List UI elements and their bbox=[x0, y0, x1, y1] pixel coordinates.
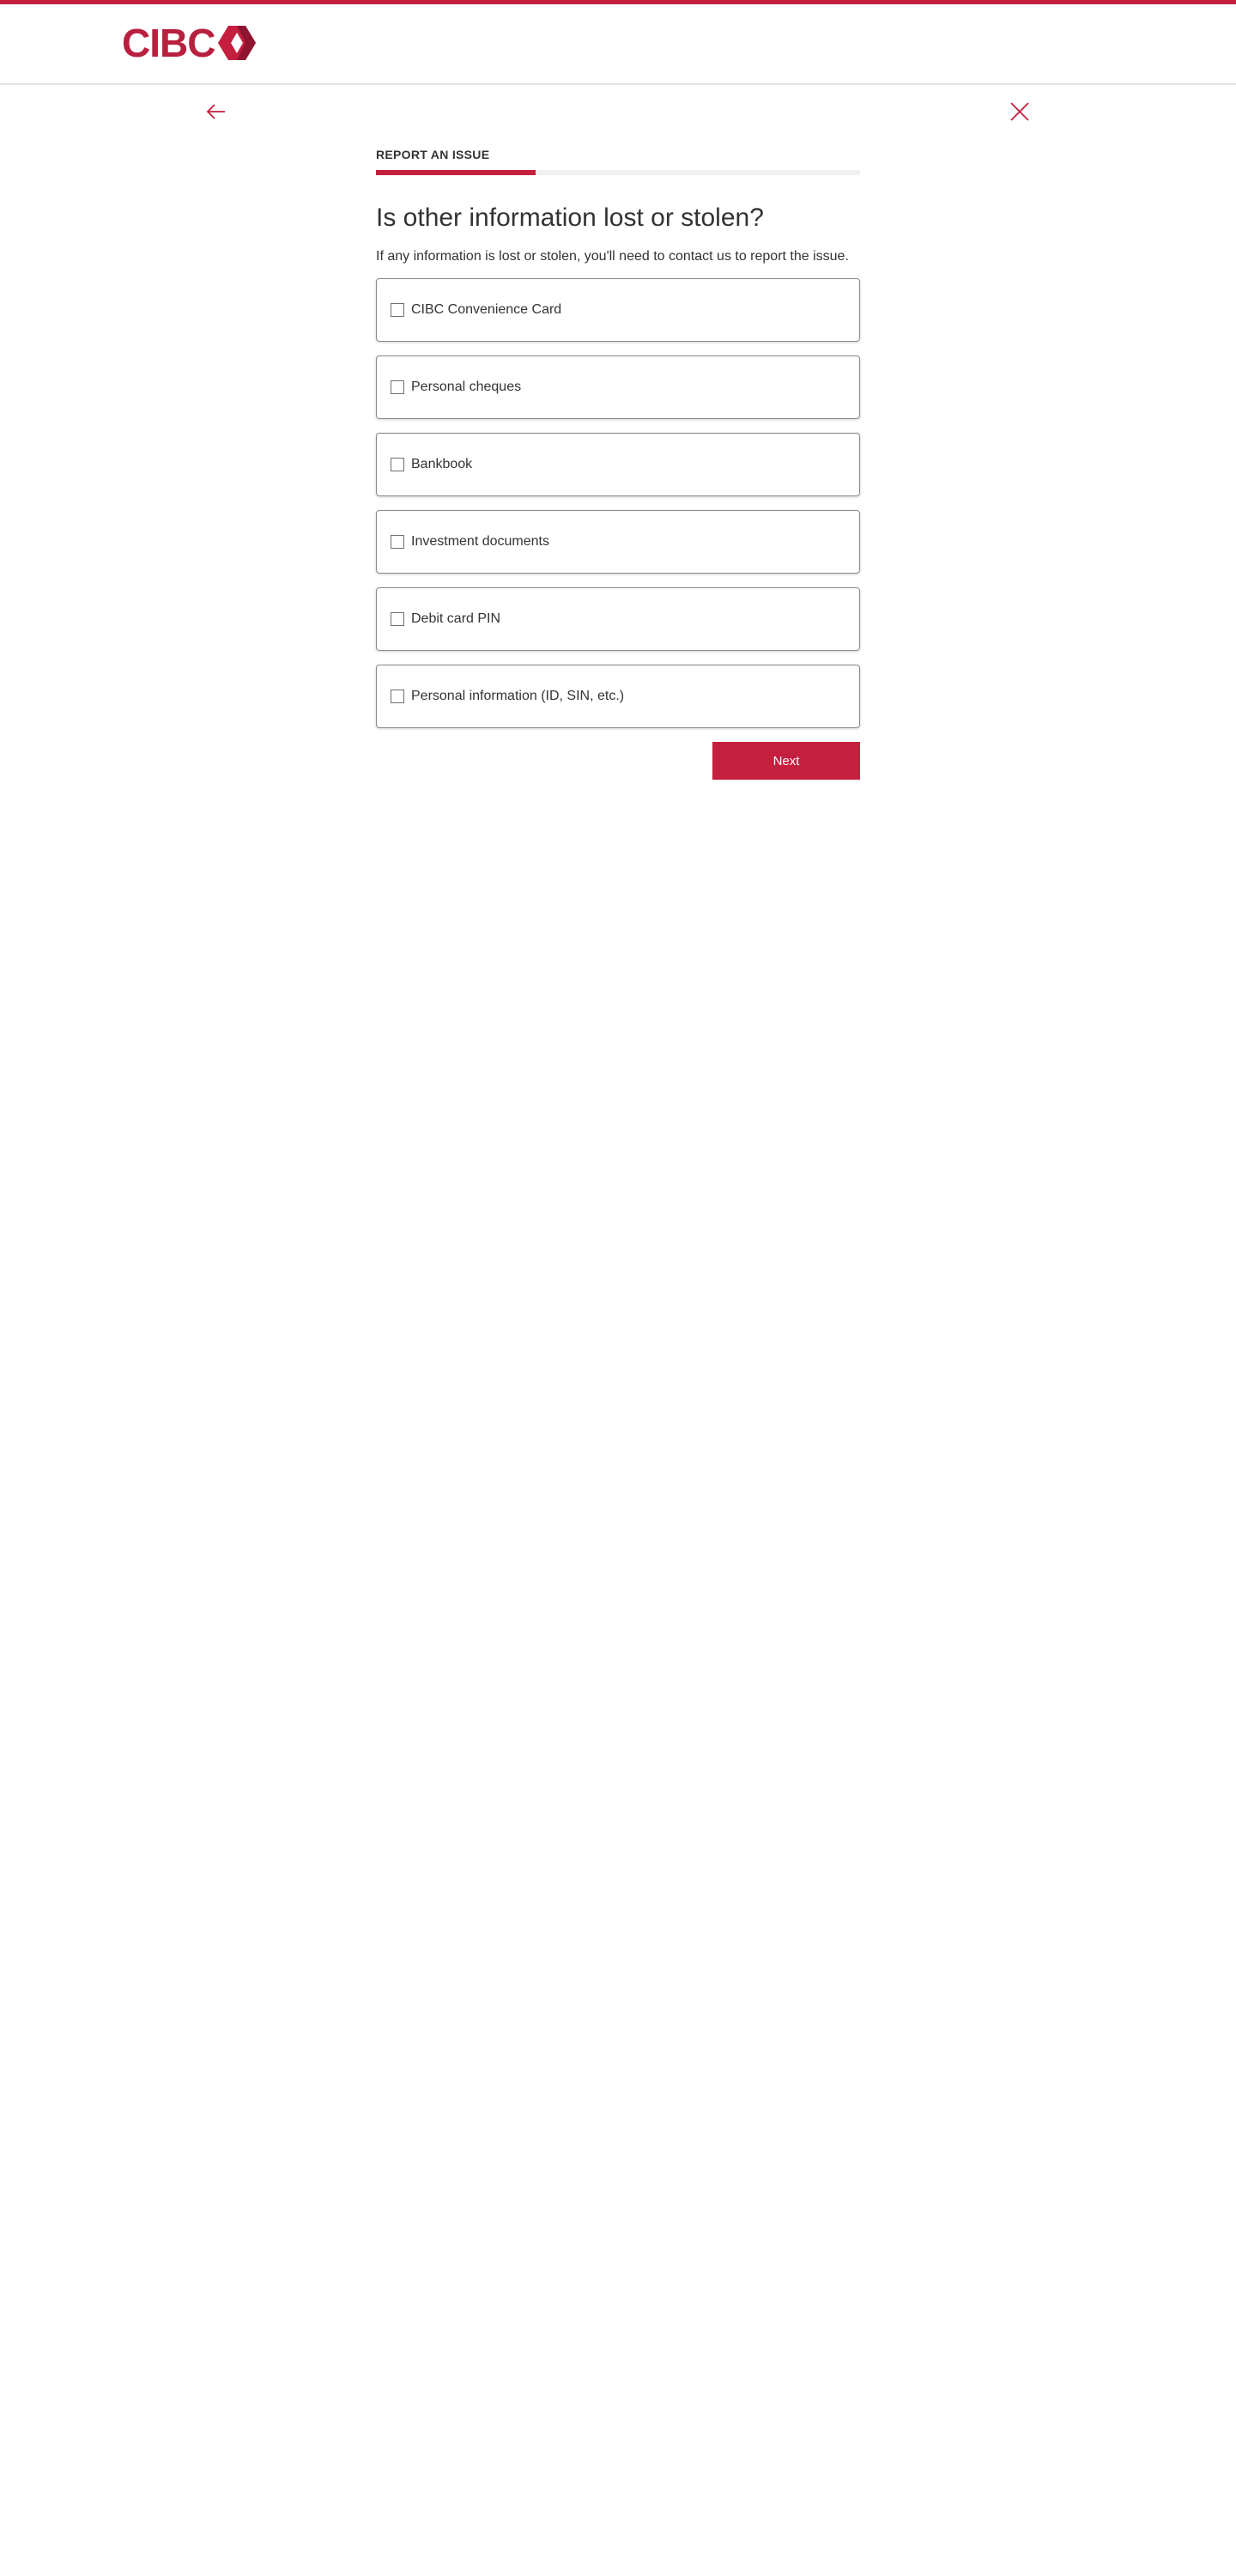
checkbox[interactable] bbox=[391, 380, 404, 394]
option-personal-information[interactable]: Personal information (ID, SIN, etc.) bbox=[376, 665, 860, 728]
option-label: Debit card PIN bbox=[411, 611, 501, 626]
option-label: Personal cheques bbox=[411, 380, 522, 394]
cibc-logo[interactable]: CIBC bbox=[122, 21, 257, 65]
option-personal-cheques[interactable]: Personal cheques bbox=[376, 355, 860, 419]
site-header: CIBC bbox=[0, 4, 1236, 85]
step-label: REPORT AN ISSUE bbox=[376, 148, 490, 161]
close-icon bbox=[1010, 102, 1029, 121]
page-title: Is other information lost or stolen? bbox=[376, 204, 764, 232]
form-actions: Next bbox=[376, 742, 860, 780]
checkbox[interactable] bbox=[391, 458, 404, 471]
intro-text: If any information is lost or stolen, yo… bbox=[376, 249, 849, 264]
progress-bar bbox=[376, 170, 860, 175]
option-debit-card-pin[interactable]: Debit card PIN bbox=[376, 587, 860, 651]
next-button[interactable]: Next bbox=[712, 742, 860, 780]
logo-wordmark: CIBC bbox=[122, 21, 215, 65]
option-cibc-convenience-card[interactable]: CIBC Convenience Card bbox=[376, 278, 860, 342]
checkbox[interactable] bbox=[391, 535, 404, 549]
report-issue-form: REPORT AN ISSUE Is other information los… bbox=[376, 146, 860, 780]
option-label: CIBC Convenience Card bbox=[411, 302, 562, 317]
checkbox[interactable] bbox=[391, 612, 404, 626]
back-button[interactable] bbox=[204, 100, 228, 124]
option-investment-documents[interactable]: Investment documents bbox=[376, 510, 860, 574]
options-list: CIBC Convenience Card Personal cheques B… bbox=[376, 278, 860, 728]
option-label: Bankbook bbox=[411, 457, 473, 471]
arrow-left-icon bbox=[206, 104, 225, 119]
option-bankbook[interactable]: Bankbook bbox=[376, 433, 860, 496]
option-label: Investment documents bbox=[411, 534, 549, 549]
option-label: Personal information (ID, SIN, etc.) bbox=[411, 689, 625, 703]
checkbox[interactable] bbox=[391, 690, 404, 703]
cibc-chevron-logo-icon bbox=[218, 26, 257, 60]
progress-bar-fill bbox=[376, 170, 536, 175]
checkbox[interactable] bbox=[391, 303, 404, 317]
close-button[interactable] bbox=[1008, 100, 1032, 124]
